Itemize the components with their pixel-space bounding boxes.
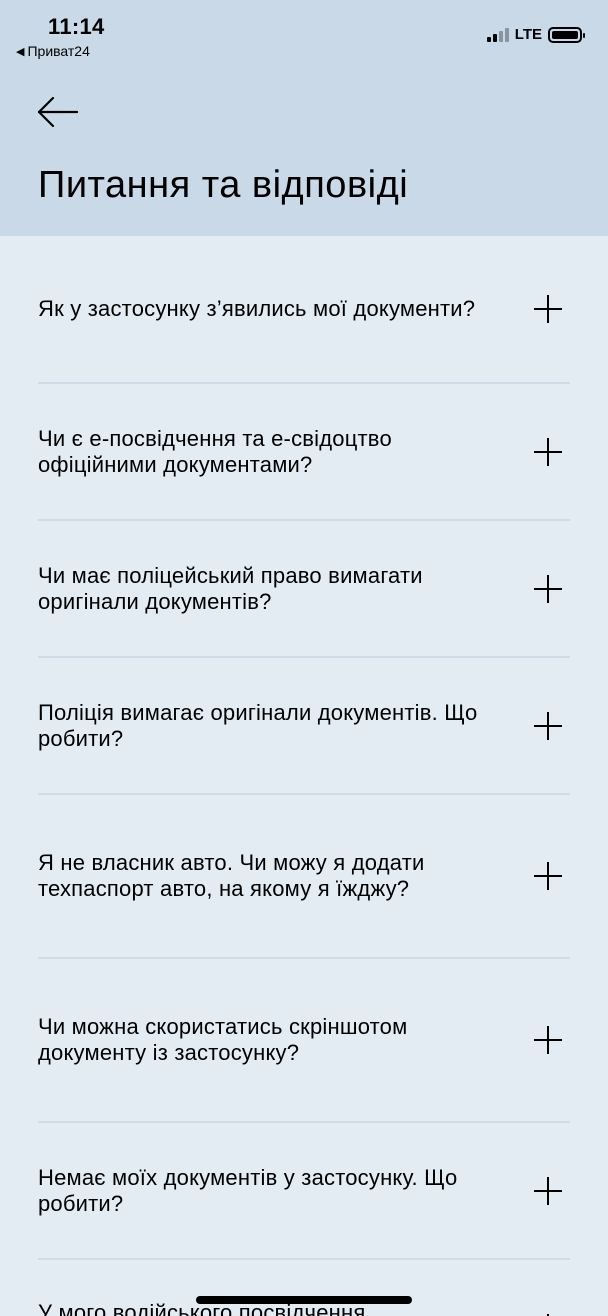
faq-item[interactable]: Чи є е-посвідчення та е-свідоцтво офіцій… (38, 384, 570, 521)
plus-icon[interactable] (534, 1176, 562, 1205)
page-title: Питання та відповіді (38, 164, 409, 206)
faq-item[interactable]: Я не власник авто. Чи можу я додати техп… (38, 795, 570, 959)
back-to-app-link[interactable]: ◀ Приват24 (16, 43, 90, 59)
battery-icon (548, 26, 585, 43)
faq-item[interactable]: Чи можна скористатись скріншотом докумен… (38, 959, 570, 1123)
arrow-left-icon[interactable] (36, 92, 80, 132)
back-to-app-label: Приват24 (27, 43, 90, 59)
faq-item[interactable]: Як у застосунку з’явились мої документи? (38, 236, 570, 384)
faq-item[interactable]: Чи має поліцейський право вимагати оригі… (38, 521, 570, 658)
faq-question: Чи має поліцейський право вимагати оригі… (38, 562, 423, 614)
plus-icon[interactable] (534, 295, 562, 323)
faq-question: Чи можна скористатись скріншотом докумен… (38, 1014, 408, 1065)
status-time: 11:14 (48, 14, 105, 39)
faq-screen: 11:14 ◀ Приват24 LTE Питання та відповід… (0, 0, 608, 1316)
plus-icon[interactable] (534, 711, 562, 740)
plus-icon[interactable] (534, 862, 562, 890)
faq-question: Немає моїх документів у застосунку. Що р… (38, 1164, 458, 1216)
plus-icon[interactable] (534, 437, 562, 466)
header: 11:14 ◀ Приват24 LTE Питання та відповід… (0, 0, 608, 236)
faq-question: Поліція вимагає оригінали документів. Що… (38, 699, 478, 751)
faq-item[interactable]: Поліція вимагає оригінали документів. Що… (38, 658, 570, 795)
faq-question: Я не власник авто. Чи можу я додати техп… (38, 850, 425, 901)
network-type: LTE (514, 26, 542, 43)
faq-question: Чи є е-посвідчення та е-свідоцтво офіцій… (38, 425, 392, 477)
signal-icon (486, 27, 509, 42)
faq-item[interactable]: Немає моїх документів у застосунку. Що р… (38, 1123, 570, 1260)
back-triangle-icon: ◀ (16, 45, 25, 58)
status-bar: 11:14 ◀ Приват24 LTE (0, 0, 608, 70)
plus-icon[interactable] (534, 574, 562, 603)
plus-icon[interactable] (534, 1026, 562, 1054)
faq-list: Як у застосунку з’явились мої документи?… (38, 236, 570, 1316)
status-indicators: LTE (486, 26, 585, 43)
faq-item[interactable]: У мого водійського посвідчення (38, 1260, 570, 1316)
faq-question: Як у застосунку з’явились мої документи? (38, 296, 476, 321)
home-indicator[interactable] (196, 1296, 412, 1304)
